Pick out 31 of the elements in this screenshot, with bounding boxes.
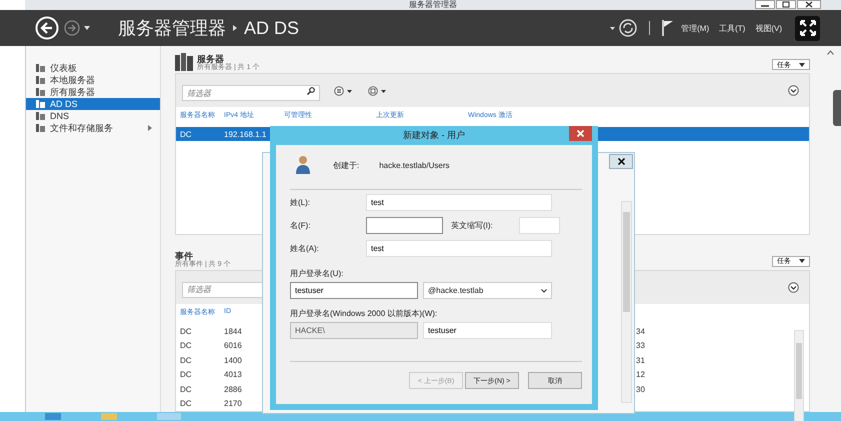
table-cell: 12 bbox=[636, 370, 645, 380]
table-cell-text: DC bbox=[180, 356, 193, 365]
field-label: 姓(L): bbox=[290, 196, 311, 208]
field-label: 用户登录名(U): bbox=[290, 268, 344, 279]
container-path: hacke.testlab/Users bbox=[379, 160, 450, 170]
table-cell-text: DC bbox=[180, 384, 193, 394]
created-in-label: 创建于: bbox=[333, 160, 360, 170]
table-cell: 34 bbox=[636, 326, 645, 336]
section-title: 事件 bbox=[175, 252, 193, 261]
table-cell: 33 bbox=[636, 341, 645, 350]
table-cell-text: 2170 bbox=[224, 399, 243, 408]
window-title: 服务器管理器 bbox=[409, 0, 457, 10]
table-cell-text: DC bbox=[180, 341, 193, 350]
table-cell: 31 bbox=[636, 356, 645, 365]
table-cell-text: 4013 bbox=[224, 370, 243, 380]
dialog-title: 新建对象 - 用户 bbox=[403, 129, 465, 142]
breadcrumb-title: AD DS bbox=[244, 18, 300, 38]
table-cell-text: 1400 bbox=[224, 356, 243, 365]
field-label: 用户登录名(Windows 2000 以前版本)(W): bbox=[290, 308, 438, 319]
table-cell-text: 1844 bbox=[224, 326, 243, 336]
table-cell-text: 2886 bbox=[224, 384, 243, 394]
field-label: 名(F): bbox=[290, 220, 312, 230]
section-title: 服务器 bbox=[197, 55, 224, 64]
table-cell-text: DC bbox=[180, 370, 193, 380]
field-label: 英文缩写(I): bbox=[451, 220, 494, 230]
field-label: 姓名(A): bbox=[290, 242, 320, 254]
breadcrumb-title: 服务器管理器 bbox=[118, 17, 226, 40]
table-cell-text: DC bbox=[180, 399, 193, 408]
table-cell-text: DC bbox=[180, 326, 193, 336]
table-cell: 30 bbox=[636, 384, 645, 394]
table-cell-text: 6016 bbox=[224, 341, 243, 350]
